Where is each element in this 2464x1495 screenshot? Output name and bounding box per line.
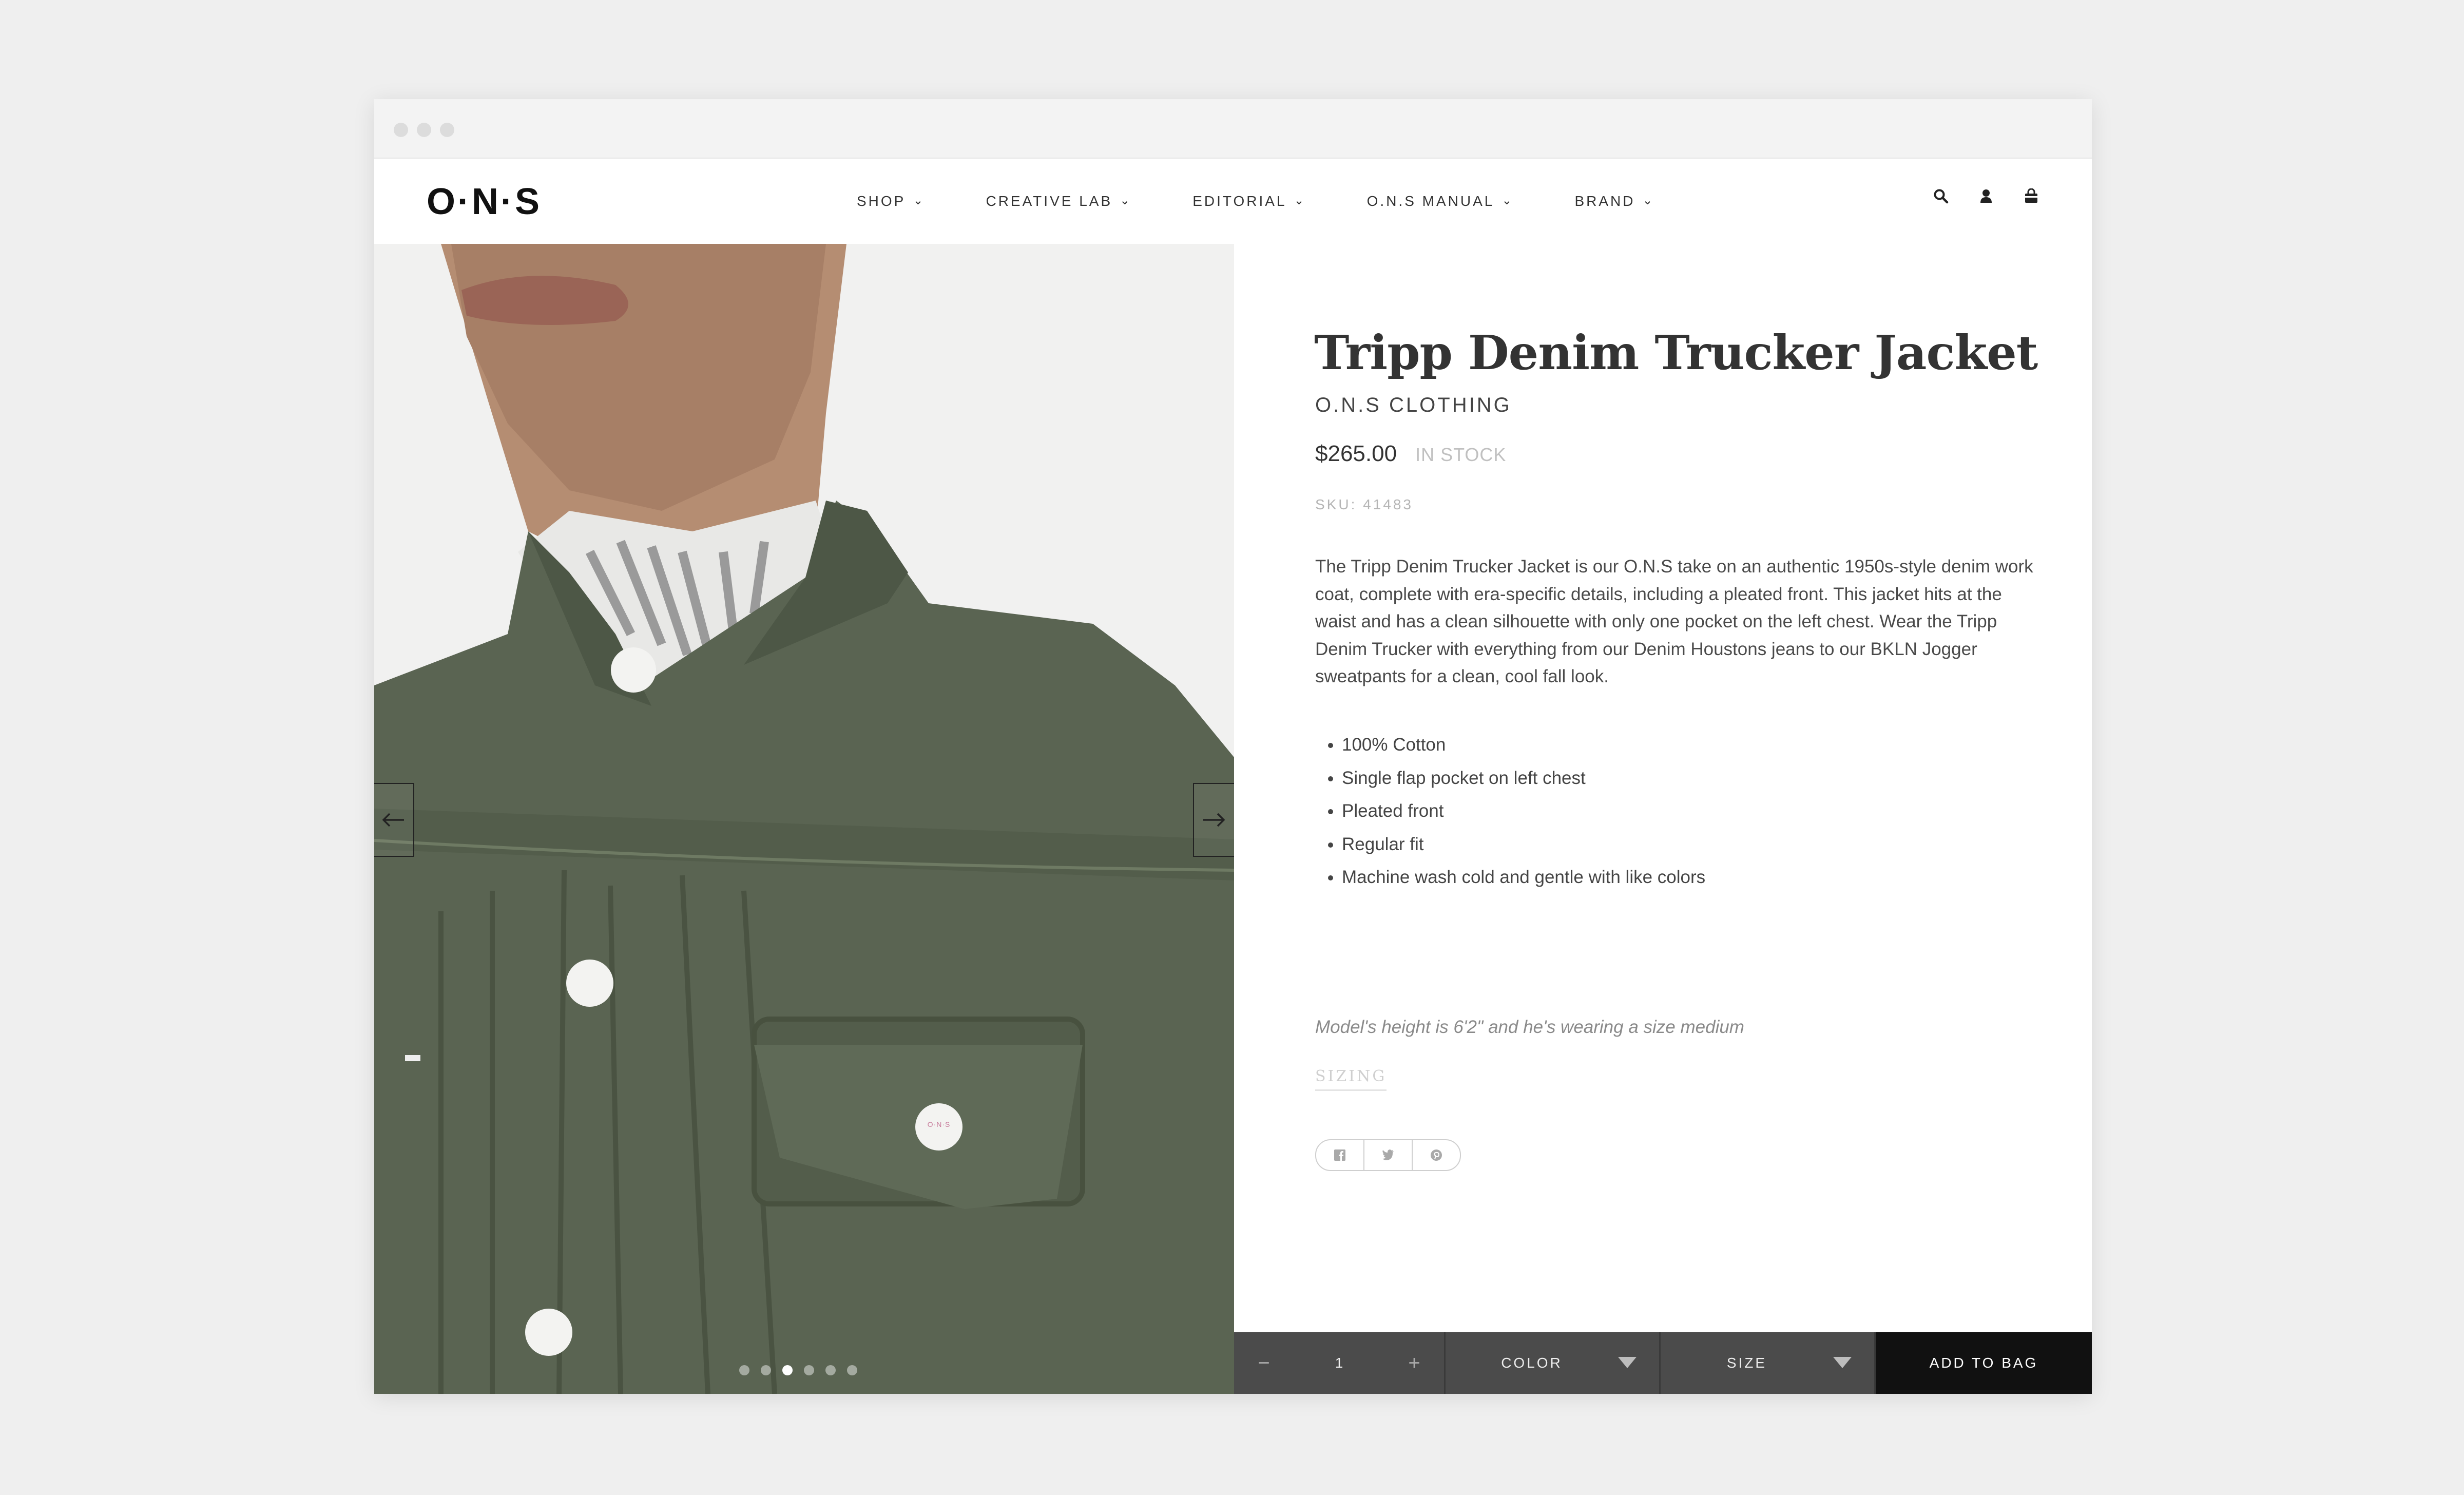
menu-item-shop[interactable]: SHOP ⌄ [857,186,925,217]
menu-item-label: BRAND [1574,193,1635,209]
twitter-share-button[interactable] [1364,1140,1413,1170]
arrow-right-icon [1203,813,1225,827]
pocket-button-logo: O·N·S [927,1120,951,1128]
site-logo[interactable]: O·N·S [427,176,542,227]
add-to-bag-button[interactable]: ADD TO BAG [1876,1332,2092,1394]
product-price: $265.00 [1315,441,1397,466]
gallery-dot[interactable] [847,1365,857,1375]
feature-item: Machine wash cold and gentle with like c… [1342,861,1705,894]
quantity-increase-button[interactable]: + [1403,1352,1426,1375]
chevron-down-icon: ⌄ [1120,193,1132,207]
pinterest-share-button[interactable] [1413,1140,1460,1170]
share-buttons [1315,1139,1461,1171]
arrow-left-icon [382,813,404,827]
feature-item: 100% Cotton [1342,729,1705,762]
gallery-pagination [739,1365,857,1375]
gallery-dot[interactable] [761,1365,771,1375]
menu-item-creative-lab[interactable]: CREATIVE LAB ⌄ [986,186,1132,217]
twitter-icon [1382,1149,1394,1160]
facebook-share-button[interactable] [1316,1140,1364,1170]
product-details: Tripp Denim Trucker Jacket O.N.S CLOTHIN… [1234,244,2092,1332]
model-size-note: Model's height is 6'2" and he's wearing … [1315,1017,1744,1037]
quantity-input[interactable] [1307,1354,1371,1372]
product-description: The Tripp Denim Trucker Jacket is our O.… [1315,557,2033,686]
account-icon[interactable] [1974,184,1998,208]
color-select[interactable]: COLOR [1446,1332,1661,1394]
menu-item-editorial[interactable]: EDITORIAL ⌄ [1192,186,1306,217]
product-sku: SKU: 41483 [1315,496,1413,512]
color-select-label: COLOR [1501,1355,1563,1371]
menu-item-label: CREATIVE LAB [986,193,1113,209]
feature-item: Regular fit [1342,828,1705,861]
facebook-icon [1334,1149,1345,1161]
browser-window: O·N·S SHOP ⌄ CREATIVE LAB ⌄ EDITORIAL ⌄ … [374,99,2092,1394]
quantity-stepper: − + [1234,1332,1446,1394]
header-icons [1929,184,2043,208]
window-maximize-dot[interactable] [440,123,454,137]
gallery-dot[interactable] [804,1365,814,1375]
chevron-down-icon: ⌄ [1502,193,1514,207]
menu-item-label: EDITORIAL [1192,193,1287,209]
gallery-dot[interactable] [782,1365,793,1375]
menu-item-label: O.N.S MANUAL [1366,193,1495,209]
window-minimize-dot[interactable] [417,123,431,137]
feature-item: Single flap pocket on left chest [1342,762,1705,795]
product-gallery: O·N·S [374,244,1234,1394]
stock-status: IN STOCK [1415,444,1507,465]
price-row: $265.00 IN STOCK [1315,441,1506,467]
purchase-bar: − + COLOR SIZE ADD TO BAG [1234,1332,2092,1394]
gallery-prev-button[interactable] [374,783,414,857]
feature-item: Pleated front [1342,795,1705,828]
window-close-dot[interactable] [394,123,408,137]
chevron-down-icon: ⌄ [1642,193,1655,207]
size-select[interactable]: SIZE [1661,1332,1876,1394]
product-title: Tripp Denim Trucker Jacket [1314,325,2038,380]
main-menu: SHOP ⌄ CREATIVE LAB ⌄ EDITORIAL ⌄ O.N.S … [857,159,1716,244]
caret-down-icon [1833,1357,1852,1368]
menu-item-label: SHOP [857,193,906,209]
gallery-next-button[interactable] [1193,783,1234,857]
pinterest-icon [1431,1149,1442,1161]
window-titlebar [374,99,2092,159]
sizing-link[interactable]: SIZING [1315,1067,1387,1091]
chevron-down-icon: ⌄ [1294,193,1306,207]
quantity-decrease-button[interactable]: − [1253,1352,1275,1375]
size-select-label: SIZE [1726,1355,1767,1371]
product-photo [374,244,1234,1394]
product-brand: O.N.S CLOTHING [1315,394,1512,416]
feature-list: 100% Cotton Single flap pocket on left c… [1315,729,1705,894]
bag-icon[interactable] [2019,184,2043,208]
menu-item-brand[interactable]: BRAND ⌄ [1574,186,1654,217]
chevron-down-icon: ⌄ [913,193,926,207]
search-icon[interactable] [1929,184,1953,208]
gallery-dot[interactable] [739,1365,749,1375]
menu-item-ons-manual[interactable]: O.N.S MANUAL ⌄ [1367,186,1514,217]
site-header: O·N·S SHOP ⌄ CREATIVE LAB ⌄ EDITORIAL ⌄ … [374,159,2092,244]
gallery-dot[interactable] [825,1365,836,1375]
caret-down-icon [1618,1357,1637,1368]
